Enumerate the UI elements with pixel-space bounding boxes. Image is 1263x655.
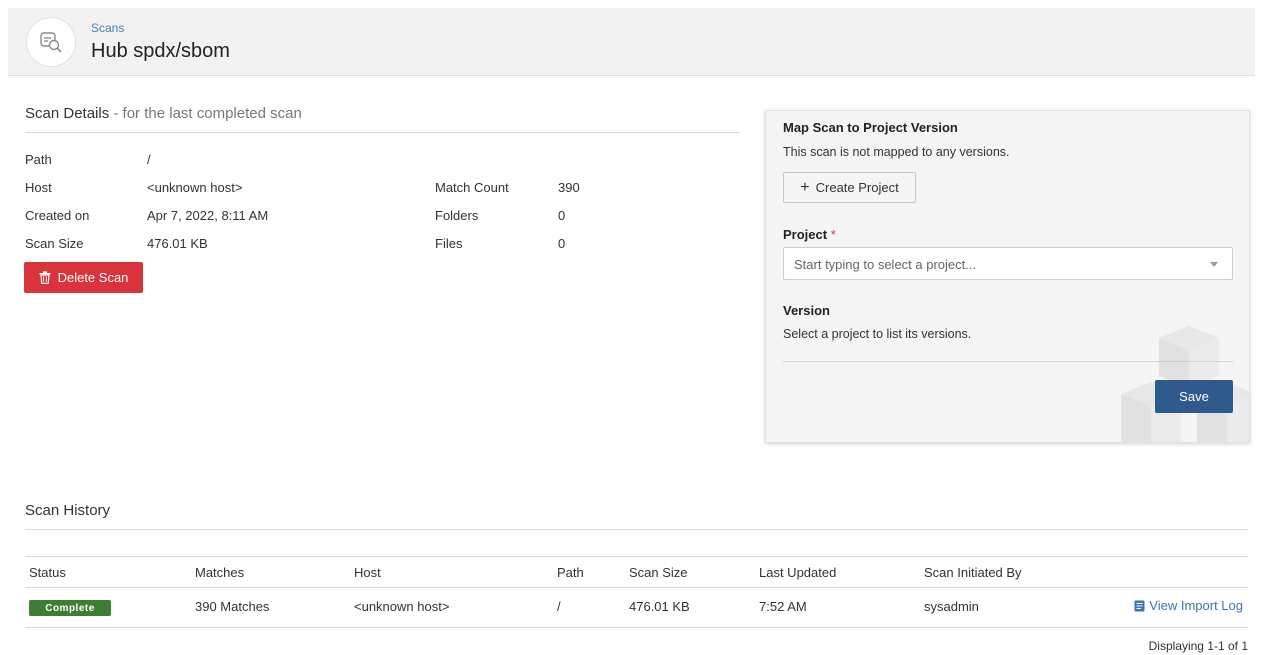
column-header-status[interactable]: Status — [29, 565, 66, 580]
details-divider — [25, 132, 740, 133]
status-badge: Complete — [29, 600, 111, 616]
project-select-placeholder: Start typing to select a project... — [794, 257, 977, 272]
matches-cell: 390 Matches — [195, 599, 270, 614]
scan-details-heading: Scan Details - for the last completed sc… — [25, 105, 302, 122]
history-table-header: Status Matches Host Path Scan Size Last … — [25, 556, 1248, 588]
path-value: / — [147, 152, 151, 167]
match-count-label: Match Count — [435, 180, 509, 195]
created-on-label: Created on — [25, 208, 90, 223]
column-header-host[interactable]: Host — [354, 565, 381, 580]
host-cell: <unknown host> — [354, 599, 450, 614]
column-header-last-updated[interactable]: Last Updated — [759, 565, 836, 580]
trash-icon — [39, 271, 51, 284]
scan-search-icon — [26, 17, 76, 67]
column-header-path[interactable]: Path — [557, 565, 584, 580]
chevron-down-icon — [1210, 262, 1218, 267]
version-hint: Select a project to list its versions. — [783, 327, 972, 341]
page-header: Scans Hub spdx/sbom — [8, 8, 1255, 76]
version-field-label: Version — [783, 303, 830, 318]
column-header-scan-size[interactable]: Scan Size — [629, 565, 688, 580]
column-header-matches[interactable]: Matches — [195, 565, 244, 580]
created-on-value: Apr 7, 2022, 8:11 AM — [147, 208, 269, 223]
match-count-value: 390 — [558, 180, 580, 195]
project-select-input[interactable]: Start typing to select a project... — [783, 247, 1233, 280]
files-value: 0 — [558, 236, 566, 251]
initiated-by-cell: sysadmin — [924, 599, 979, 614]
document-icon — [1134, 600, 1145, 611]
scan-size-cell: 476.01 KB — [629, 599, 690, 614]
path-cell: / — [557, 599, 561, 614]
map-scan-description: This scan is not mapped to any versions. — [783, 145, 1010, 159]
create-project-button[interactable]: + Create Project — [783, 172, 916, 203]
view-import-log-link[interactable]: View Import Log — [1134, 598, 1243, 613]
plus-icon: + — [800, 179, 810, 196]
map-scan-panel: Map Scan to Project Version This scan is… — [765, 110, 1250, 443]
scan-history-heading: Scan History — [25, 502, 111, 519]
scan-details-subtitle: - for the last completed scan — [109, 105, 302, 122]
folders-value: 0 — [558, 208, 566, 223]
scan-size-label: Scan Size — [25, 236, 84, 251]
scan-size-value: 476.01 KB — [147, 236, 208, 251]
host-value: <unknown host> — [147, 180, 243, 195]
project-label-text: Project — [783, 227, 828, 242]
files-label: Files — [435, 236, 463, 251]
folders-label: Folders — [435, 208, 479, 223]
delete-scan-button[interactable]: Delete Scan — [24, 262, 143, 293]
scan-details-title: Scan Details — [25, 105, 110, 122]
delete-scan-label: Delete Scan — [57, 270, 129, 285]
create-project-label: Create Project — [815, 180, 899, 195]
last-updated-cell: 7:52 AM — [759, 599, 807, 614]
page-title: Hub spdx/sbom — [91, 40, 230, 62]
map-scan-heading: Map Scan to Project Version — [783, 120, 958, 135]
pagination-summary: Displaying 1-1 of 1 — [1148, 639, 1248, 653]
host-label: Host — [25, 180, 52, 195]
required-marker: * — [830, 227, 836, 242]
project-field-label: Project * — [783, 227, 836, 242]
path-label: Path — [25, 152, 52, 167]
column-header-initiated-by[interactable]: Scan Initiated By — [924, 565, 1022, 580]
view-import-log-label: View Import Log — [1149, 598, 1243, 613]
table-row: Complete 390 Matches <unknown host> / 47… — [25, 588, 1248, 628]
save-button[interactable]: Save — [1155, 380, 1233, 413]
history-divider — [25, 529, 1248, 530]
breadcrumb-scans[interactable]: Scans — [91, 21, 124, 35]
